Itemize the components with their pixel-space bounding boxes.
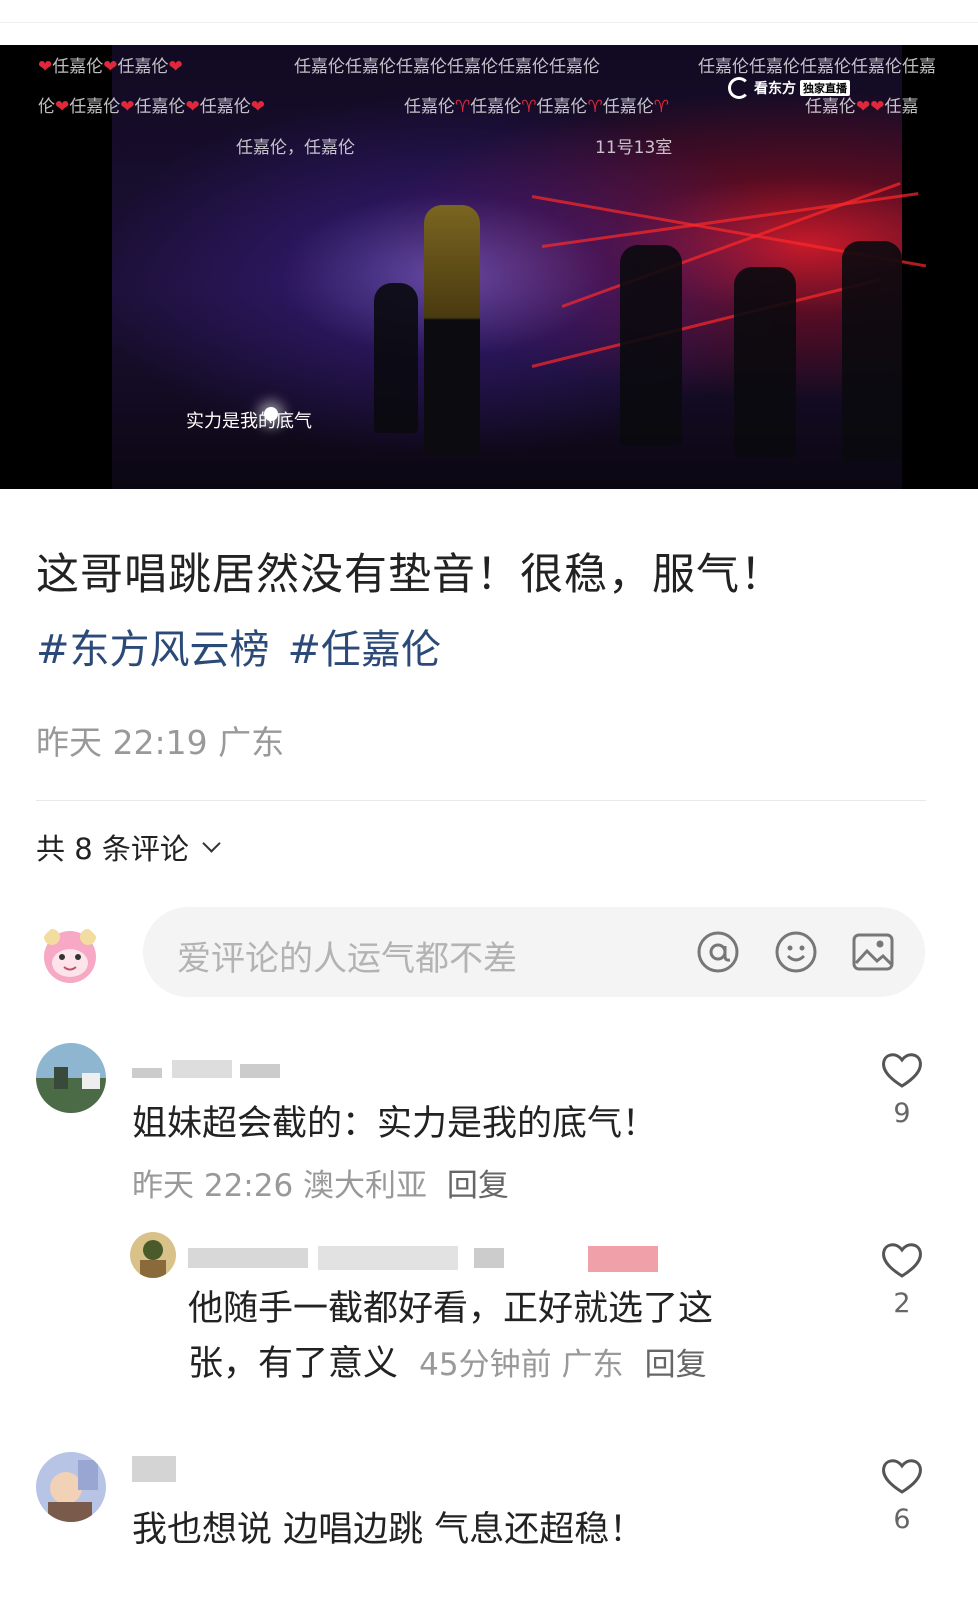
emoji-icon[interactable]	[773, 929, 819, 975]
comment-count-label: 共 8 条评论	[36, 832, 189, 866]
lead-singer	[424, 205, 480, 455]
image-icon[interactable]	[850, 929, 896, 975]
divider	[36, 800, 926, 801]
backup-dancer	[374, 283, 418, 433]
reply-time-location: 45分钟前 广东	[419, 1347, 624, 1383]
like-button[interactable]: 9	[880, 1050, 924, 1129]
status-bar-strip	[0, 0, 978, 23]
danmu-line: 任嘉伦♈任嘉伦♈任嘉伦♈任嘉伦♈	[404, 97, 669, 117]
reply-text: 他随手一截都好看，正好就选了这 张，有了意义 45分钟前 广东 回复	[188, 1282, 713, 1393]
at-icon[interactable]	[695, 929, 741, 975]
comment-avatar[interactable]	[36, 1043, 106, 1113]
like-button[interactable]: 6	[880, 1456, 924, 1535]
avatar-photo-icon	[36, 1452, 106, 1522]
reply-button[interactable]: 回复	[447, 1168, 509, 1204]
reply-text-line2: 张，有了意义 45分钟前 广东 回复	[188, 1337, 713, 1393]
video-player[interactable]: ❤任嘉伦❤任嘉伦❤ 任嘉伦任嘉伦任嘉伦任嘉伦任嘉伦任嘉伦 任嘉伦任嘉伦任嘉伦任嘉…	[0, 45, 978, 489]
heart-icon	[882, 1053, 922, 1088]
backup-dancer	[620, 245, 682, 445]
backup-dancer	[734, 267, 796, 457]
post-meta: 昨天 22:19 广东	[36, 723, 285, 762]
reply-button[interactable]: 回复	[645, 1347, 707, 1383]
danmu-line: 任嘉伦任嘉伦任嘉伦任嘉伦任嘉	[698, 57, 936, 77]
heart-icon	[882, 1459, 922, 1494]
video-subtitle: 实力是我的底气	[186, 411, 312, 432]
avatar-cartoon-icon	[44, 929, 96, 983]
stage-laser	[531, 277, 882, 368]
comment-text: 姐妹超会截的：实力是我的底气！	[132, 1104, 658, 1144]
chevron-down-icon	[202, 833, 221, 853]
hashtag-link[interactable]: #任嘉伦	[288, 617, 442, 675]
heart-icon	[882, 1243, 922, 1278]
comment-count-toggle[interactable]: 共 8 条评论	[36, 826, 221, 868]
channel-logo-text: 看东方	[754, 81, 796, 97]
my-avatar[interactable]	[38, 923, 102, 987]
comment-text: 我也想说 边唱边跳 气息还超稳！	[132, 1510, 645, 1550]
comment-input-placeholder: 爱评论的人运气都不差	[177, 939, 517, 979]
channel-c-icon	[728, 77, 750, 99]
comment-meta: 昨天 22:26 澳大利亚 回复	[132, 1160, 509, 1205]
hashtag-link[interactable]: #东方风云榜	[36, 617, 270, 675]
danmu-line: 任嘉伦，任嘉伦	[236, 138, 355, 158]
like-count: 2	[893, 1288, 911, 1319]
post-hashtags: #东方风云榜 #任嘉伦	[36, 617, 441, 675]
comment-time-location: 昨天 22:26 澳大利亚	[132, 1168, 428, 1204]
stage-laser	[541, 192, 919, 248]
post-title: 这哥唱跳居然没有垫音！很稳，服气！	[36, 550, 784, 600]
backup-dancer	[842, 241, 902, 461]
reply-text-line1: 他随手一截都好看，正好就选了这	[188, 1289, 714, 1329]
channel-logo: 看东方 独家直播	[728, 77, 850, 99]
avatar-photo-icon	[130, 1232, 176, 1278]
like-count: 6	[893, 1504, 911, 1535]
channel-badge: 独家直播	[800, 80, 850, 96]
like-count: 9	[893, 1098, 911, 1129]
danmu-line: 11号13室	[595, 138, 673, 158]
danmu-line: 伦❤任嘉伦❤任嘉伦❤任嘉伦❤	[38, 97, 265, 117]
danmu-line: 任嘉伦任嘉伦任嘉伦任嘉伦任嘉伦任嘉伦	[294, 57, 600, 77]
comment-avatar[interactable]	[36, 1452, 106, 1522]
avatar-landscape-icon	[36, 1043, 106, 1113]
reply-text-line2-content: 张，有了意义	[188, 1344, 399, 1384]
danmu-line: ❤任嘉伦❤任嘉伦❤	[38, 57, 183, 77]
like-button[interactable]: 2	[880, 1240, 924, 1319]
comment-input[interactable]: 爱评论的人运气都不差	[143, 907, 925, 997]
reply-avatar[interactable]	[130, 1232, 176, 1278]
